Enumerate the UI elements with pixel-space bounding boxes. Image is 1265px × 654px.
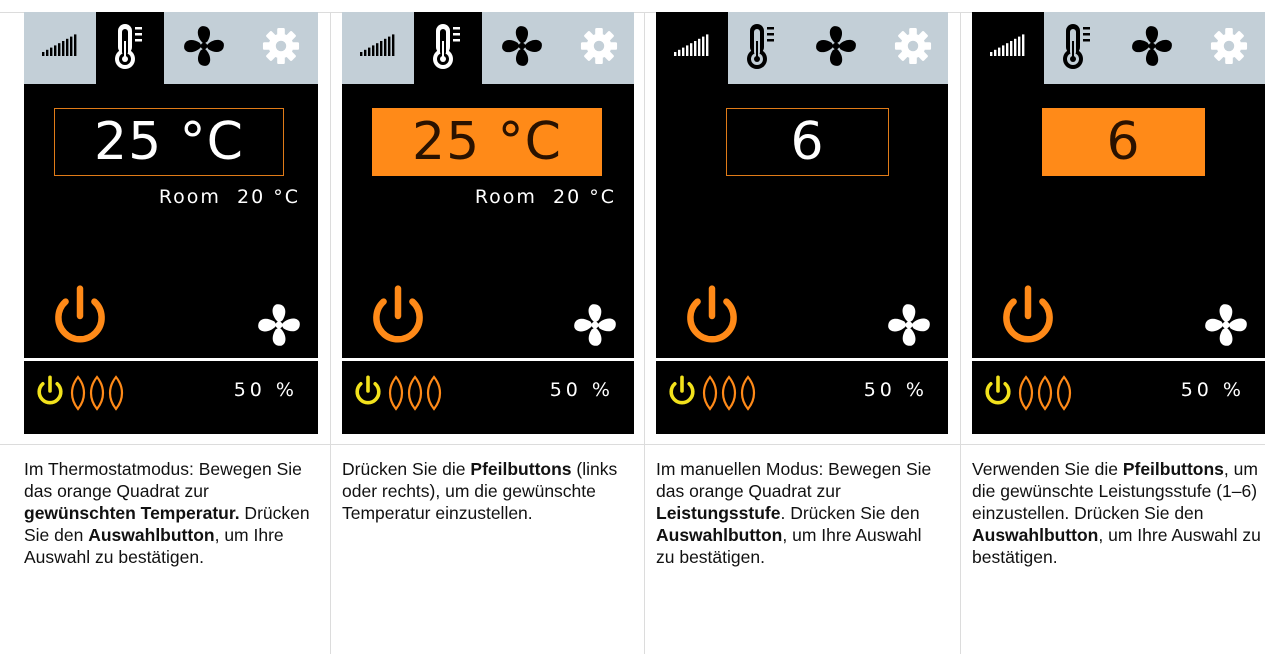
instruction-text-segment: Pfeilbuttons <box>1122 459 1224 479</box>
standby-power-icon <box>350 373 386 414</box>
display-tab-bar <box>656 12 948 84</box>
instruction-text: Verwenden Sie die Pfeilbuttons, um die g… <box>972 458 1262 568</box>
stove-display-screen: 25 °C Room 20 °C 50 % <box>342 12 634 434</box>
power-icon <box>44 285 116 356</box>
tab-manual-power[interactable] <box>972 12 1044 84</box>
fan-icon <box>1130 24 1174 73</box>
fan-icon <box>572 304 618 352</box>
instruction-text-segment: Auswahlbutton <box>88 525 215 545</box>
tab-settings[interactable] <box>876 12 948 84</box>
signal-bars-icon <box>358 33 398 63</box>
panel-1: 25 °C Room 20 °C 50 % Im Thermostatmodus… <box>0 0 330 654</box>
panel-3: 6 50 % Im manuellen Modus: Bewegen Sie d… <box>644 0 960 654</box>
room-temperature-label: Room 20 °C <box>474 186 616 208</box>
setpoint-value-box[interactable]: 25 °C <box>54 108 284 176</box>
power-icon <box>676 285 748 356</box>
fan-icon <box>814 24 858 73</box>
room-temperature-label: Room 20 °C <box>158 186 300 208</box>
instruction-text-segment: . Drücken Sie den <box>780 503 920 523</box>
fan-icon <box>500 24 544 73</box>
setpoint-value-box[interactable]: 6 <box>726 108 889 176</box>
tab-manual-power[interactable] <box>342 12 414 84</box>
status-bar: 50 % <box>656 361 948 434</box>
thermometer-icon <box>114 21 146 76</box>
panel-2: 25 °C Room 20 °C 50 % Drücken Sie die Pf… <box>330 0 644 654</box>
tab-thermostat[interactable] <box>96 12 164 84</box>
tab-thermostat[interactable] <box>728 12 796 84</box>
signal-bars-icon <box>40 33 80 63</box>
standby-power-icon <box>32 373 68 414</box>
fan-button[interactable] <box>1203 302 1249 353</box>
power-button[interactable] <box>44 280 116 357</box>
tab-fan[interactable] <box>164 12 244 84</box>
power-button[interactable] <box>676 280 748 357</box>
heating-flames-icon <box>68 375 132 416</box>
instruction-text-segment: Auswahlbutton <box>972 525 1099 545</box>
standby-power-icon <box>980 373 1016 414</box>
power-button[interactable] <box>992 280 1064 357</box>
fan-icon <box>1203 304 1249 352</box>
power-percent: 50 % <box>1180 379 1245 401</box>
power-button[interactable] <box>362 280 434 357</box>
tab-settings[interactable] <box>1192 12 1265 84</box>
thermometer-icon <box>1062 21 1094 76</box>
thermometer-icon <box>432 21 464 76</box>
stove-display-screen: 6 50 % <box>972 12 1265 434</box>
instruction-text: Im Thermostatmodus: Bewegen Sie das oran… <box>24 458 314 568</box>
tab-settings[interactable] <box>244 12 318 84</box>
heating-flames-icon <box>386 375 450 416</box>
tab-manual-power[interactable] <box>656 12 728 84</box>
signal-bars-icon <box>672 33 712 63</box>
gear-icon <box>580 27 618 70</box>
fan-icon <box>182 24 226 73</box>
fan-icon <box>256 304 302 352</box>
power-percent: 50 % <box>549 379 614 401</box>
tab-settings[interactable] <box>562 12 634 84</box>
heating-flames-icon <box>700 375 764 416</box>
power-percent: 50 % <box>863 379 928 401</box>
display-tab-bar <box>342 12 634 84</box>
gear-icon <box>1210 27 1248 70</box>
gear-icon <box>894 27 932 70</box>
stove-display-screen: 6 50 % <box>656 12 948 434</box>
signal-bars-icon <box>988 33 1028 63</box>
instruction-text-segment: Verwenden Sie die <box>972 459 1123 479</box>
status-bar: 50 % <box>24 361 318 434</box>
heating-flames-icon <box>1016 375 1080 416</box>
tab-fan[interactable] <box>1112 12 1192 84</box>
status-bar: 50 % <box>342 361 634 434</box>
tab-fan[interactable] <box>796 12 876 84</box>
instruction-text-segment: Drücken Sie die <box>342 459 471 479</box>
instruction-text-segment: gewünschten Temperatur. <box>24 503 240 523</box>
instruction-text-segment: Auswahlbutton <box>656 525 783 545</box>
setpoint-value-box[interactable]: 25 °C <box>372 108 602 176</box>
tab-thermostat[interactable] <box>414 12 482 84</box>
power-percent: 50 % <box>233 379 298 401</box>
instruction-text-segment: Im manuellen Modus: Bewegen Sie das oran… <box>656 459 932 501</box>
fan-button[interactable] <box>886 302 932 353</box>
instruction-text-segment: Leistungsstufe <box>656 503 781 523</box>
instruction-text: Drücken Sie die Pfeilbuttons (links oder… <box>342 458 632 524</box>
instruction-text-segment: Pfeilbuttons <box>470 459 572 479</box>
instruction-text: Im manuellen Modus: Bewegen Sie das oran… <box>656 458 936 568</box>
setpoint-value-box[interactable]: 6 <box>1042 108 1205 176</box>
fan-button[interactable] <box>256 302 302 353</box>
tab-manual-power[interactable] <box>24 12 96 84</box>
stove-display-screen: 25 °C Room 20 °C 50 % <box>24 12 318 434</box>
display-tab-bar <box>24 12 318 84</box>
fan-icon <box>886 304 932 352</box>
status-bar: 50 % <box>972 361 1265 434</box>
tab-thermostat[interactable] <box>1044 12 1112 84</box>
display-tab-bar <box>972 12 1265 84</box>
gear-icon <box>262 27 300 70</box>
tab-fan[interactable] <box>482 12 562 84</box>
instruction-text-segment: Im Thermostatmodus: Bewegen Sie das oran… <box>24 459 302 501</box>
panel-4: 6 50 % Verwenden Sie die Pfeilbuttons, u… <box>960 0 1265 654</box>
thermometer-icon <box>746 21 778 76</box>
fan-button[interactable] <box>572 302 618 353</box>
power-icon <box>362 285 434 356</box>
power-icon <box>992 285 1064 356</box>
standby-power-icon <box>664 373 700 414</box>
